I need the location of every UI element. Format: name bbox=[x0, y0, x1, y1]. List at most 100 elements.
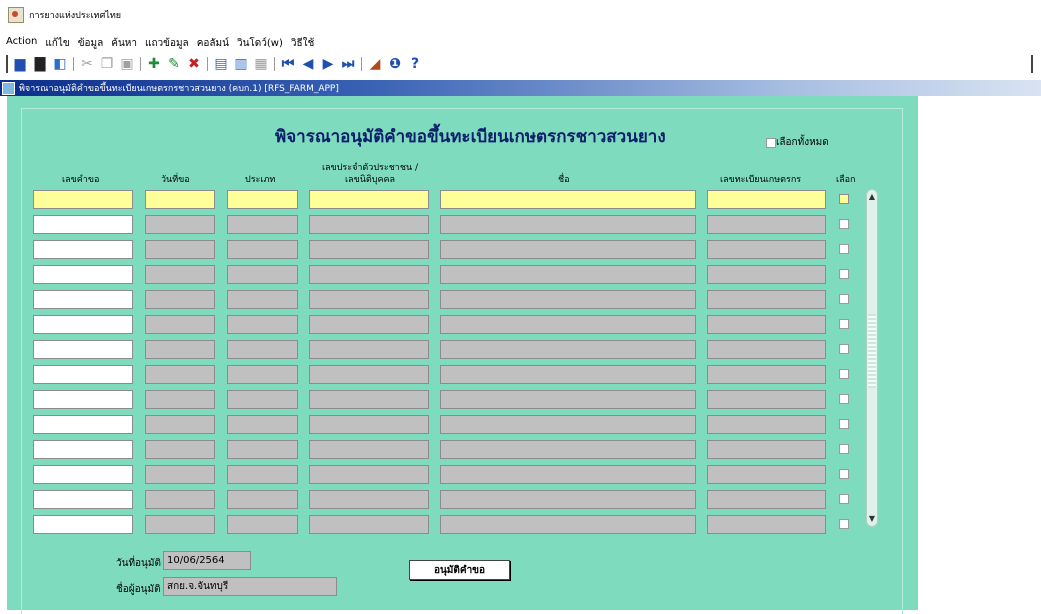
row-select-checkbox[interactable] bbox=[839, 469, 849, 479]
farmer-reg-cell[interactable] bbox=[707, 190, 826, 209]
request-no-cell[interactable] bbox=[33, 315, 133, 334]
farmer-reg-cell[interactable] bbox=[707, 315, 826, 334]
request-date-cell[interactable] bbox=[145, 290, 215, 309]
scroll-up-icon[interactable]: ▲ bbox=[867, 191, 877, 203]
row-select-checkbox[interactable] bbox=[839, 244, 849, 254]
request-no-cell[interactable] bbox=[33, 415, 133, 434]
menu-item-0[interactable]: Action bbox=[6, 36, 37, 50]
row-select-checkbox[interactable] bbox=[839, 419, 849, 429]
menu-item-1[interactable]: แก้ไข bbox=[45, 36, 69, 50]
approve-date-field[interactable]: 10/06/2564 bbox=[163, 551, 251, 570]
id-number-cell[interactable] bbox=[309, 215, 429, 234]
name-cell[interactable] bbox=[440, 240, 696, 259]
request-no-cell[interactable] bbox=[33, 265, 133, 284]
request-date-cell[interactable] bbox=[145, 440, 215, 459]
menu-item-2[interactable]: ข้อมูล bbox=[78, 36, 104, 50]
row-select-checkbox[interactable] bbox=[839, 219, 849, 229]
row-select-checkbox[interactable] bbox=[839, 494, 849, 504]
name-cell[interactable] bbox=[440, 440, 696, 459]
id-number-cell[interactable] bbox=[309, 365, 429, 384]
name-cell[interactable] bbox=[440, 190, 696, 209]
request-no-cell[interactable] bbox=[33, 365, 133, 384]
request-date-cell[interactable] bbox=[145, 265, 215, 284]
insert-record-icon[interactable]: ✚ bbox=[146, 55, 162, 73]
row-select-checkbox[interactable] bbox=[839, 344, 849, 354]
query-icon[interactable]: ▤ bbox=[213, 55, 229, 73]
request-no-cell[interactable] bbox=[33, 515, 133, 534]
request-no-cell[interactable] bbox=[33, 465, 133, 484]
id-number-cell[interactable] bbox=[309, 265, 429, 284]
type-cell[interactable] bbox=[227, 265, 298, 284]
name-cell[interactable] bbox=[440, 415, 696, 434]
type-cell[interactable] bbox=[227, 315, 298, 334]
request-date-cell[interactable] bbox=[145, 390, 215, 409]
id-number-cell[interactable] bbox=[309, 190, 429, 209]
farmer-reg-cell[interactable] bbox=[707, 390, 826, 409]
id-number-cell[interactable] bbox=[309, 315, 429, 334]
request-no-cell[interactable] bbox=[33, 390, 133, 409]
farmer-reg-cell[interactable] bbox=[707, 215, 826, 234]
id-number-cell[interactable] bbox=[309, 440, 429, 459]
request-no-cell[interactable] bbox=[33, 440, 133, 459]
name-cell[interactable] bbox=[440, 465, 696, 484]
farmer-reg-cell[interactable] bbox=[707, 515, 826, 534]
request-date-cell[interactable] bbox=[145, 315, 215, 334]
print-icon[interactable]: ▇ bbox=[32, 55, 48, 73]
cut-icon[interactable]: ✂ bbox=[79, 55, 95, 73]
name-cell[interactable] bbox=[440, 265, 696, 284]
type-cell[interactable] bbox=[227, 440, 298, 459]
farmer-reg-cell[interactable] bbox=[707, 490, 826, 509]
id-number-cell[interactable] bbox=[309, 415, 429, 434]
request-date-cell[interactable] bbox=[145, 465, 215, 484]
cancel-query-icon[interactable]: ▦ bbox=[253, 55, 269, 73]
id-number-cell[interactable] bbox=[309, 490, 429, 509]
exit-icon[interactable]: ◧ bbox=[52, 55, 68, 73]
name-cell[interactable] bbox=[440, 315, 696, 334]
type-cell[interactable] bbox=[227, 390, 298, 409]
row-select-checkbox[interactable] bbox=[839, 519, 849, 529]
request-no-cell[interactable] bbox=[33, 215, 133, 234]
farmer-reg-cell[interactable] bbox=[707, 465, 826, 484]
request-date-cell[interactable] bbox=[145, 215, 215, 234]
farmer-reg-cell[interactable] bbox=[707, 290, 826, 309]
next-record-icon[interactable]: ▶ bbox=[320, 55, 336, 73]
save-icon[interactable]: ▆ bbox=[12, 55, 28, 73]
request-date-cell[interactable] bbox=[145, 415, 215, 434]
row-select-checkbox[interactable] bbox=[839, 444, 849, 454]
type-cell[interactable] bbox=[227, 365, 298, 384]
approver-field[interactable]: สกย.จ.จันทบุรี bbox=[163, 577, 337, 596]
type-cell[interactable] bbox=[227, 215, 298, 234]
type-cell[interactable] bbox=[227, 240, 298, 259]
menu-item-4[interactable]: แถวข้อมูล bbox=[145, 36, 189, 50]
type-cell[interactable] bbox=[227, 290, 298, 309]
id-number-cell[interactable] bbox=[309, 240, 429, 259]
select-all[interactable]: เลือกทั้งหมด bbox=[766, 135, 829, 150]
request-date-cell[interactable] bbox=[145, 340, 215, 359]
first-record-icon[interactable]: ⏮ bbox=[280, 55, 296, 73]
id-number-cell[interactable] bbox=[309, 290, 429, 309]
request-date-cell[interactable] bbox=[145, 490, 215, 509]
farmer-reg-cell[interactable] bbox=[707, 415, 826, 434]
name-cell[interactable] bbox=[440, 515, 696, 534]
id-number-cell[interactable] bbox=[309, 515, 429, 534]
type-cell[interactable] bbox=[227, 415, 298, 434]
chart-icon[interactable]: ◢ bbox=[367, 55, 383, 73]
scrollbar-thumb[interactable] bbox=[868, 314, 876, 388]
row-select-checkbox[interactable] bbox=[839, 269, 849, 279]
name-cell[interactable] bbox=[440, 490, 696, 509]
menu-item-7[interactable]: วิธีใช้ bbox=[291, 36, 314, 50]
row-select-checkbox[interactable] bbox=[839, 194, 849, 204]
id-number-cell[interactable] bbox=[309, 465, 429, 484]
row-select-checkbox[interactable] bbox=[839, 394, 849, 404]
select-all-checkbox[interactable] bbox=[766, 137, 776, 148]
farmer-reg-cell[interactable] bbox=[707, 340, 826, 359]
menu-item-6[interactable]: วินโดว์(w) bbox=[237, 36, 283, 50]
row-select-checkbox[interactable] bbox=[839, 294, 849, 304]
request-no-cell[interactable] bbox=[33, 290, 133, 309]
info-icon[interactable]: ❶ bbox=[387, 55, 403, 73]
scroll-down-icon[interactable]: ▼ bbox=[867, 513, 877, 525]
type-cell[interactable] bbox=[227, 465, 298, 484]
request-no-cell[interactable] bbox=[33, 190, 133, 209]
edit-record-icon[interactable]: ✎ bbox=[166, 55, 182, 73]
request-no-cell[interactable] bbox=[33, 490, 133, 509]
